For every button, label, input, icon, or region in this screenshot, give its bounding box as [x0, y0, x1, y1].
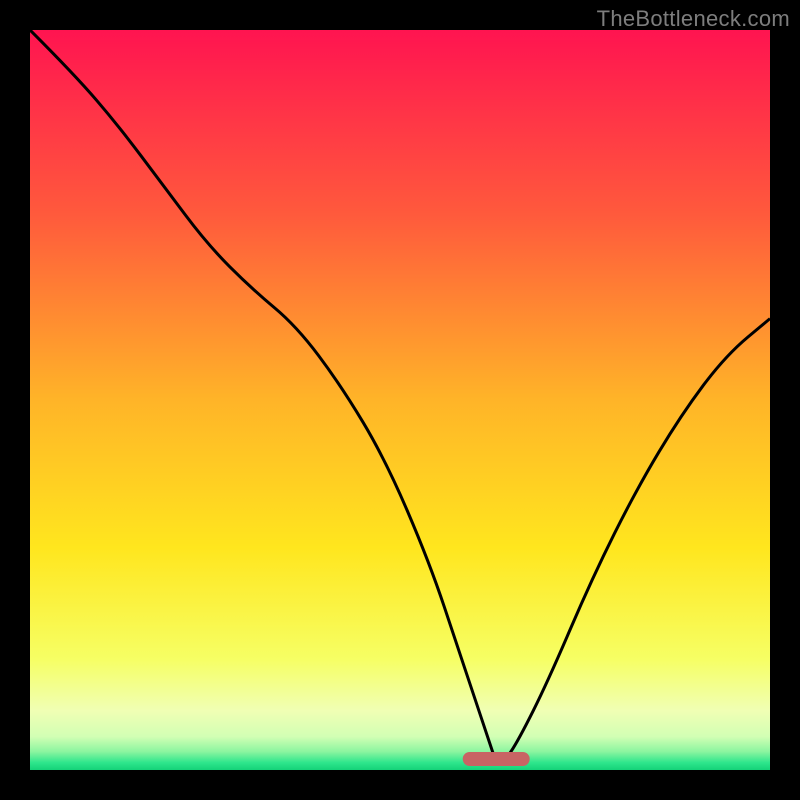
- chart-plot-area: [30, 30, 770, 770]
- optimum-marker: [463, 752, 530, 766]
- bottleneck-curve: [30, 30, 770, 770]
- watermark-text: TheBottleneck.com: [597, 6, 790, 32]
- bottleneck-curve-path: [30, 30, 770, 763]
